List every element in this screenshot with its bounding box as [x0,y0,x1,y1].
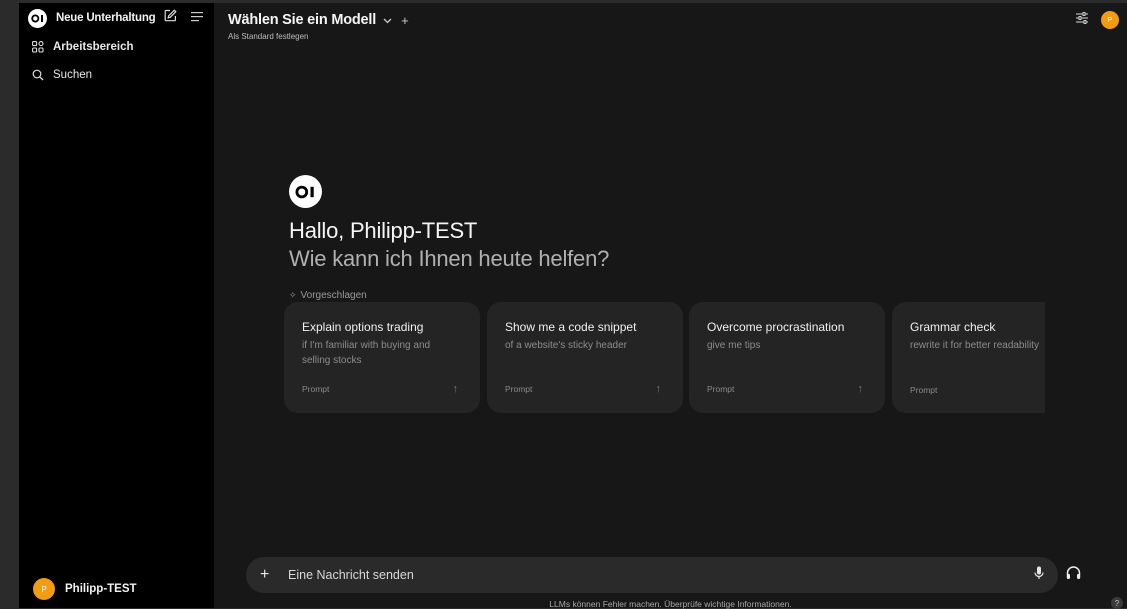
suggested-label: Vorgeschlagen [300,290,367,301]
sidebar-header: Neue Unterhaltung [19,3,214,33]
card-title: Explain options trading [302,320,424,334]
user-name: Philipp-TEST [65,583,137,595]
model-logo [289,175,322,208]
new-chat-icon[interactable] [164,9,177,27]
model-header: Wählen Sie ein Modell + Als Standard fes… [228,11,409,41]
suggested-heading: ✧ Vorgeschlagen [289,290,609,301]
card-footer-label: Prompt [302,384,330,394]
workspace-icon [31,40,45,54]
welcome-section: Hallo, Philipp-TEST Wie kann ich Ihnen h… [289,175,609,301]
header-actions: P [1076,11,1119,29]
app-window: Neue Unterhaltung Arbeitsbereich Suchen … [19,3,1127,609]
message-composer: + [246,557,1058,593]
add-model-icon[interactable]: + [401,13,409,28]
attach-plus-icon[interactable]: + [260,566,276,584]
suggestion-card[interactable]: Grammar check rewrite it for better read… [892,302,1045,413]
sidebar-item-search[interactable]: Suchen [19,61,214,89]
card-subtitle: if I'm familiar with buying and selling … [302,340,431,366]
user-menu[interactable]: P Philipp-TEST [33,578,137,600]
help-button[interactable]: ? [1111,597,1123,609]
arrow-up-icon: ↑ [452,383,459,395]
card-footer-label: Prompt [505,384,533,394]
card-footer-label: Prompt [707,384,735,394]
set-default-link[interactable]: Als Standard festlegen [228,32,409,41]
greeting: Hallo, Philipp-TEST [289,218,478,243]
sidebar-item-label: Suchen [53,69,93,81]
headphones-icon[interactable] [1066,566,1081,585]
main-area: Wählen Sie ein Modell + Als Standard fes… [214,3,1127,609]
card-title: Grammar check [910,320,996,334]
card-subtitle: rewrite it for better readability [910,340,1039,351]
arrow-up-icon: ↑ [655,383,662,395]
sidebar: Neue Unterhaltung Arbeitsbereich Suchen … [19,3,214,608]
model-selector[interactable]: Wählen Sie ein Modell [228,12,376,28]
header-avatar[interactable]: P [1101,11,1119,29]
suggestion-card[interactable]: Show me a code snippet of a website's st… [487,302,683,413]
sidebar-item-workspace[interactable]: Arbeitsbereich [19,33,214,61]
suggestion-card[interactable]: Overcome procrastination give me tips Pr… [689,302,885,413]
welcome-question: Wie kann ich Ihnen heute helfen? [289,246,610,271]
microphone-icon[interactable] [1034,566,1044,585]
suggestion-card[interactable]: Explain options trading if I'm familiar … [284,302,480,413]
new-chat-label[interactable]: Neue Unterhaltung [56,12,156,24]
controls-icon[interactable] [1076,11,1089,29]
card-subtitle: give me tips [707,340,761,351]
chevron-down-icon[interactable] [383,11,392,29]
sidebar-item-label: Arbeitsbereich [53,41,134,53]
card-subtitle: of a website's sticky header [505,340,627,351]
arrow-up-icon: ↑ [857,383,864,395]
search-icon [31,68,45,82]
sidebar-menu-icon[interactable] [191,9,204,27]
card-footer-label: Prompt [910,385,938,395]
message-input[interactable] [288,568,1034,582]
sparkle-icon: ✧ [289,290,297,300]
card-title: Show me a code snippet [505,320,637,334]
card-title: Overcome procrastination [707,320,845,334]
app-logo[interactable] [28,8,47,28]
avatar: P [33,578,55,600]
logo-mark-icon [295,185,314,198]
suggestion-cards: Explain options trading if I'm familiar … [284,302,1045,414]
logo-mark-icon [30,14,43,22]
